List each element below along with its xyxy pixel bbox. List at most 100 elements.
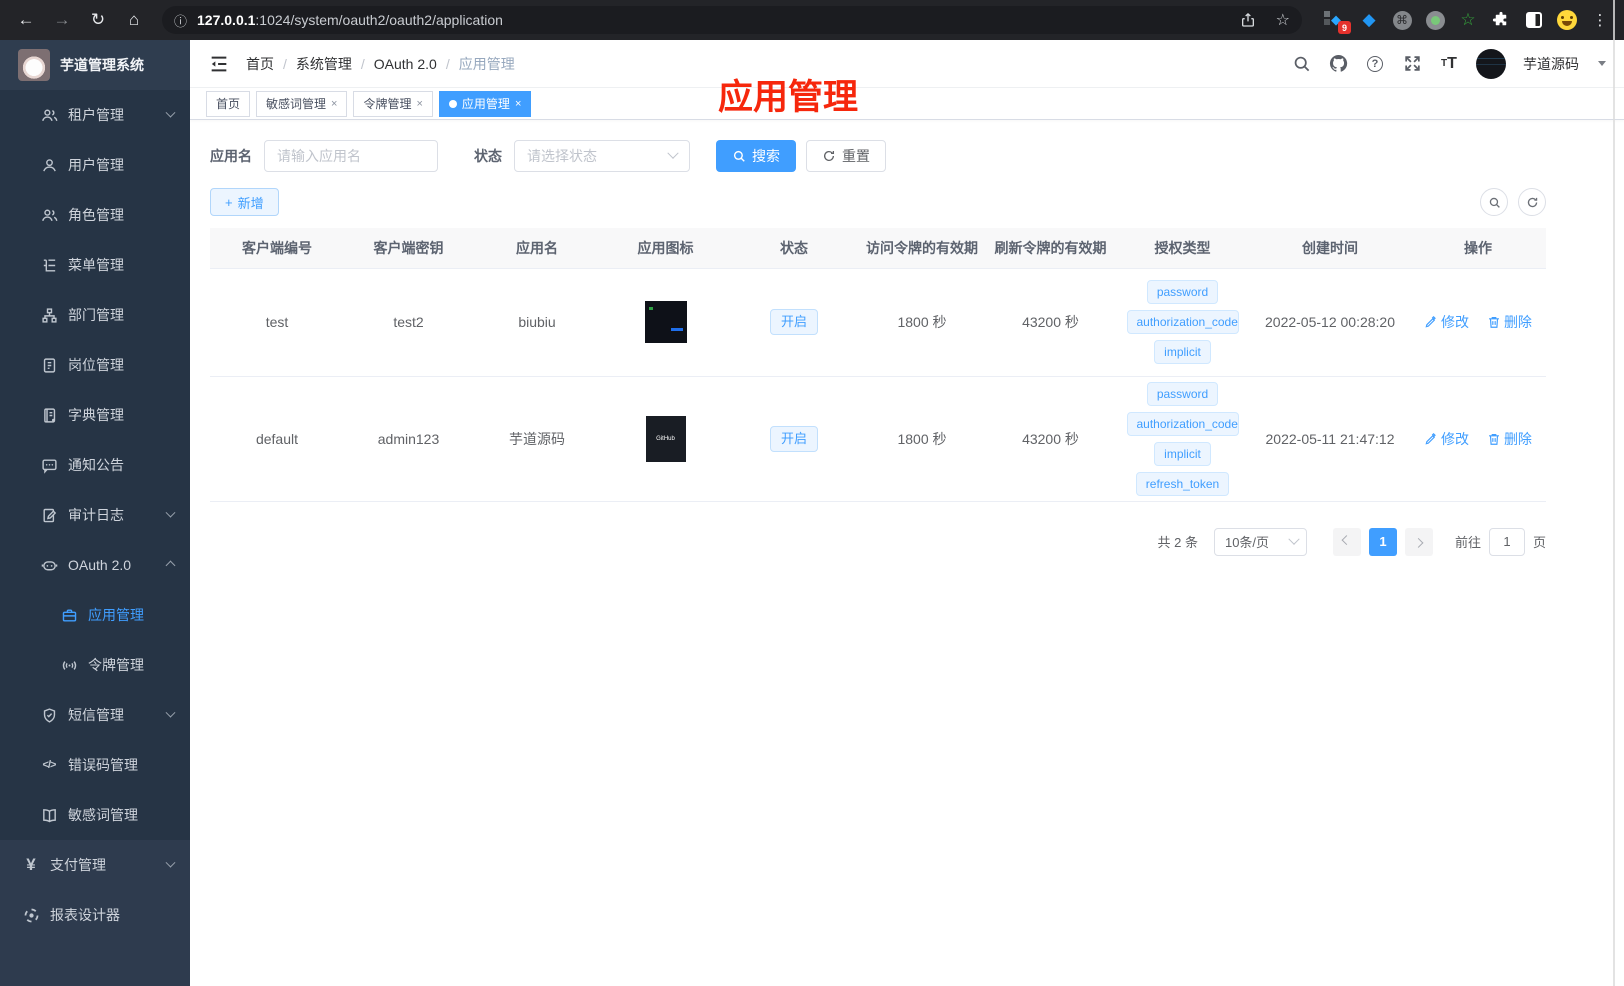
sidebar: 芋道管理系统 租户管理 用户管理 角色管理 菜单管理 部门管理 岗位管理 字典管… xyxy=(0,40,190,986)
reload-icon[interactable]: ↻ xyxy=(80,10,116,30)
sidebar-item-dept[interactable]: 部门管理 xyxy=(0,290,190,340)
edit-button[interactable]: 修改 xyxy=(1424,312,1469,332)
extension-record-icon[interactable] xyxy=(1425,10,1445,30)
reset-button[interactable]: 重置 xyxy=(806,140,886,172)
scrollbar[interactable] xyxy=(1613,0,1615,986)
tab-sensitive-words[interactable]: 敏感词管理 × xyxy=(256,90,348,117)
help-icon[interactable]: ? xyxy=(1365,54,1385,74)
sidebar-fold-icon[interactable] xyxy=(208,53,230,75)
breadcrumb-oauth[interactable]: OAuth 2.0 xyxy=(374,56,437,72)
app-icon-image: GitHub xyxy=(645,415,686,462)
chevron-down-icon xyxy=(667,147,679,159)
browser-menu-icon[interactable]: ⋮ xyxy=(1590,10,1610,30)
url-host: 127.0.0.1 xyxy=(197,12,256,28)
bookmark-star-icon[interactable]: ☆ xyxy=(1276,10,1290,30)
delete-button[interactable]: 删除 xyxy=(1487,312,1532,332)
tab-home[interactable]: 首页 xyxy=(206,90,251,117)
sidebar-item-sms[interactable]: 短信管理 xyxy=(0,690,190,740)
tab-token[interactable]: 令牌管理 × xyxy=(353,90,433,117)
refresh-button[interactable] xyxy=(1518,188,1546,216)
chevron-right-icon xyxy=(1414,537,1424,548)
table-header-row: 客户端编号 客户端密钥 应用名 应用图标 状态 访问令牌的有效期 刷新令牌的有效… xyxy=(210,228,1546,268)
robot-icon xyxy=(40,556,58,574)
toggle-search-button[interactable] xyxy=(1480,188,1508,216)
site-info-icon[interactable]: ⓘ xyxy=(174,11,187,30)
applications-table: 客户端编号 客户端密钥 应用名 应用图标 状态 访问令牌的有效期 刷新令牌的有效… xyxy=(210,228,1546,502)
sidebar-item-pay[interactable]: ¥ 支付管理 xyxy=(0,840,190,890)
home-icon[interactable]: ⌂ xyxy=(116,10,152,30)
add-button[interactable]: + 新增 xyxy=(210,188,279,216)
url-text[interactable]: 127.0.0.1:1024/system/oauth2/oauth2/appl… xyxy=(197,12,503,28)
font-size-icon[interactable]: TT xyxy=(1439,54,1459,74)
cell-created-at: 2022-05-11 21:47:12 xyxy=(1250,376,1410,502)
sidebar-item-audit[interactable]: 审计日志 xyxy=(0,490,190,540)
address-bar[interactable]: ⓘ 127.0.0.1:1024/system/oauth2/oauth2/ap… xyxy=(162,6,1302,34)
edit-button[interactable]: 修改 xyxy=(1424,429,1469,449)
sidebar-item-post[interactable]: 岗位管理 xyxy=(0,340,190,390)
signal-token-icon xyxy=(60,656,78,674)
current-page-button[interactable]: 1 xyxy=(1368,527,1397,556)
fullscreen-icon[interactable] xyxy=(1402,54,1422,74)
page-size-select[interactable]: 10条/页 xyxy=(1213,527,1307,556)
breadcrumb-home[interactable]: 首页 xyxy=(246,54,274,74)
status-select[interactable]: 请选择状态 xyxy=(514,140,690,172)
col-actions: 操作 xyxy=(1410,228,1546,268)
breadcrumb-separator: / xyxy=(445,55,450,72)
goto-page-input[interactable] xyxy=(1488,527,1525,556)
breadcrumb-system[interactable]: 系统管理 xyxy=(296,54,352,74)
cell-client-id: default xyxy=(210,376,344,502)
grant-type-tags: password authorization_code implicit ref… xyxy=(1115,379,1250,499)
close-icon[interactable]: × xyxy=(416,98,422,110)
id-badge-icon xyxy=(40,356,58,374)
search-button[interactable]: 搜索 xyxy=(716,140,796,172)
sidebar-item-dict[interactable]: 字典管理 xyxy=(0,390,190,440)
sidebar-menu: 租户管理 用户管理 角色管理 菜单管理 部门管理 岗位管理 字典管理 通知公告 … xyxy=(0,90,190,986)
extension-diamond-badge-icon[interactable]: ◆ 9 xyxy=(1324,10,1351,34)
profile-emoji-icon[interactable] xyxy=(1557,10,1577,30)
delete-button[interactable]: 删除 xyxy=(1487,429,1532,449)
sidebar-item-oauth[interactable]: OAuth 2.0 xyxy=(0,540,190,590)
caret-down-icon[interactable] xyxy=(1598,61,1606,66)
col-access-validity: 访问令牌的有效期 xyxy=(858,228,986,268)
github-icon[interactable] xyxy=(1328,54,1348,74)
sidebar-item-token[interactable]: 令牌管理 xyxy=(0,640,190,690)
col-app-name: 应用名 xyxy=(473,228,601,268)
yen-icon: ¥ xyxy=(26,855,36,874)
extension-green-star-icon[interactable]: ☆ xyxy=(1458,10,1478,30)
share-icon[interactable] xyxy=(1238,10,1258,30)
split-screen-icon[interactable] xyxy=(1524,10,1544,30)
sidebar-item-menu[interactable]: 菜单管理 xyxy=(0,240,190,290)
tabs-bar: 首页 敏感词管理 × 令牌管理 × 应用管理 × xyxy=(190,88,1624,120)
sidebar-item-label: 错误码管理 xyxy=(68,757,138,773)
close-icon[interactable]: × xyxy=(331,98,337,110)
sidebar-item-label: 令牌管理 xyxy=(88,657,144,673)
sidebar-item-role[interactable]: 角色管理 xyxy=(0,190,190,240)
sidebar-item-application[interactable]: 应用管理 xyxy=(0,590,190,640)
sidebar-item-errorcode[interactable]: </> 错误码管理 xyxy=(0,740,190,790)
tab-application[interactable]: 应用管理 × xyxy=(438,90,532,117)
sidebar-item-user[interactable]: 用户管理 xyxy=(0,140,190,190)
sidebar-item-tenant[interactable]: 租户管理 xyxy=(0,90,190,140)
cell-secret: admin123 xyxy=(344,376,473,502)
username[interactable]: 芋道源码 xyxy=(1523,54,1579,74)
close-icon[interactable]: × xyxy=(515,98,521,110)
prev-page-button[interactable] xyxy=(1332,527,1361,556)
extension-command-icon[interactable]: ⌘ xyxy=(1392,10,1412,30)
next-page-button[interactable] xyxy=(1404,527,1433,556)
chevron-down-icon xyxy=(1288,533,1300,545)
search-icon[interactable] xyxy=(1291,54,1311,74)
cell-app-name: 芋道源码 xyxy=(473,376,601,502)
sidebar-item-sensitive[interactable]: 敏感词管理 xyxy=(0,790,190,840)
extensions-puzzle-icon[interactable] xyxy=(1491,10,1511,30)
extension-gem-icon[interactable]: ◆ xyxy=(1359,10,1379,30)
forward-icon[interactable]: → xyxy=(44,10,80,30)
breadcrumb-separator: / xyxy=(283,55,287,72)
sidebar-item-notice[interactable]: 通知公告 xyxy=(0,440,190,490)
avatar[interactable] xyxy=(1476,48,1506,79)
app-logo[interactable]: 芋道管理系统 xyxy=(0,40,190,90)
app-name-input[interactable] xyxy=(264,140,438,172)
back-icon[interactable]: ← xyxy=(8,10,44,30)
sidebar-item-report[interactable]: 报表设计器 xyxy=(0,890,190,940)
sidebar-item-label: 岗位管理 xyxy=(68,357,124,373)
col-client-id: 客户端编号 xyxy=(210,228,344,268)
